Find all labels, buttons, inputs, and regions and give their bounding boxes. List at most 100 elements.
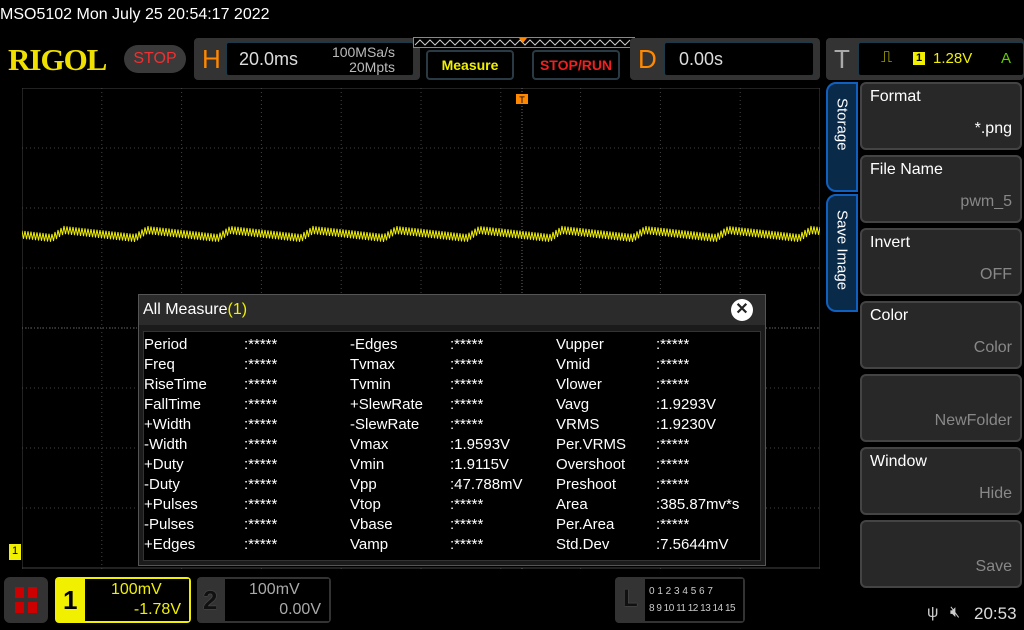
measure-value: :***** xyxy=(450,416,484,433)
measure-table: Period :***** Freq :***** RiseTime :***** Fall… xyxy=(143,331,761,561)
softkey-color[interactable]: Color Color xyxy=(860,301,1022,369)
ch2-number: 2 xyxy=(203,585,218,615)
trigger-readout: ⎍ 1 1.28V A xyxy=(858,42,1024,76)
la-letter: L xyxy=(623,585,638,612)
softkey--png[interactable]: Format *.png xyxy=(860,82,1022,150)
measure-value: :***** xyxy=(244,536,278,553)
ch1-button[interactable]: 1 100mV -1.78V xyxy=(55,577,191,623)
measure-label: Per.Area xyxy=(556,516,615,533)
measure-label: +Duty xyxy=(144,456,184,473)
window-title: MSO5102 Mon July 25 20:54:17 2022 xyxy=(0,6,270,23)
trigger-marker: T xyxy=(516,94,528,105)
measure-value: :***** xyxy=(244,516,278,533)
run-state-badge[interactable]: STOP xyxy=(124,45,186,73)
usb-icon: ψ xyxy=(927,604,939,621)
measure-value: :***** xyxy=(244,416,278,433)
ch1-ground-marker[interactable]: 1 xyxy=(9,544,21,560)
measure-label: +SlewRate xyxy=(350,396,423,413)
measure-button[interactable]: Measure xyxy=(426,50,514,80)
softkey-value: NewFolder xyxy=(934,412,1012,429)
measure-label: Vamp xyxy=(350,536,389,553)
stop-run-button[interactable]: STOP/RUN xyxy=(532,50,620,80)
timebase: 20.0ms xyxy=(239,49,299,69)
measure-value: :***** xyxy=(450,396,484,413)
measure-value: :***** xyxy=(244,496,278,513)
softkey-off[interactable]: Invert OFF xyxy=(860,228,1022,296)
measure-value: :1.9293V xyxy=(656,396,717,413)
measure-value: :***** xyxy=(656,456,690,473)
measure-value: :***** xyxy=(656,376,690,393)
measure-label: Period xyxy=(144,336,188,353)
measure-value: :***** xyxy=(450,336,484,353)
tab-label: Storage xyxy=(833,98,851,151)
measure-label: Vlower xyxy=(556,376,602,393)
softkey-label: Window xyxy=(870,453,927,470)
measure-label: RiseTime xyxy=(144,376,207,393)
measure-value: :***** xyxy=(244,376,278,393)
measure-label: Vavg xyxy=(556,396,590,413)
trigger-menu[interactable]: T ⎍ 1 1.28V A xyxy=(826,38,1024,80)
measure-label: Preshoot xyxy=(556,476,617,493)
ch2-button[interactable]: 2 100mV 0.00V xyxy=(197,577,331,623)
measure-value: :***** xyxy=(244,396,278,413)
softkey-value: Save xyxy=(975,558,1012,575)
measure-label: Per.VRMS xyxy=(556,436,627,453)
sample-rate: 100MSa/s xyxy=(331,44,395,60)
measure-label: Freq xyxy=(144,356,175,373)
measure-label: Vtop xyxy=(350,496,381,513)
softkey-label: Format xyxy=(870,88,921,105)
measure-label: -Edges xyxy=(350,336,398,353)
delay-readout: 0.00s xyxy=(664,42,814,76)
svg-text:T: T xyxy=(519,95,525,105)
measure-value: :***** xyxy=(656,516,690,533)
all-measure-panel: All Measure(1) ✕ Period :***** Freq :***** R… xyxy=(138,294,766,566)
measure-value: :***** xyxy=(450,376,484,393)
softkey-pwm-5[interactable]: File Name pwm_5 xyxy=(860,155,1022,223)
tab-save-image[interactable]: Save Image xyxy=(826,194,858,312)
measure-label: -Pulses xyxy=(144,516,195,533)
softkey-label: Color xyxy=(870,307,909,324)
la-row2: 8 9 10 11 12 13 14 15 xyxy=(649,603,736,614)
panel-count: (1) xyxy=(227,301,248,318)
softkey-value: Hide xyxy=(979,485,1012,502)
ch1-offset: -1.78V xyxy=(133,601,181,618)
menu-button[interactable] xyxy=(4,577,48,623)
measure-value: :1.9593V xyxy=(450,436,511,453)
measure-value: :***** xyxy=(244,356,278,373)
trigger-source: 1 xyxy=(913,52,925,65)
tab-storage[interactable]: Storage xyxy=(826,82,858,192)
panel-title: All Measure xyxy=(143,301,228,318)
measure-label: Tvmin xyxy=(350,376,391,393)
measure-value: :***** xyxy=(656,336,690,353)
softkey-save[interactable]: Save xyxy=(860,520,1022,588)
measure-label: Vmid xyxy=(556,356,591,373)
measure-value: :***** xyxy=(244,436,278,453)
measure-value: :***** xyxy=(450,356,484,373)
storage-side-menu: Storage Save Image Format *.png File Name p… xyxy=(824,82,1024,592)
softkey-hide[interactable]: Window Hide xyxy=(860,447,1022,515)
softkey-newfolder[interactable]: NewFolder xyxy=(860,374,1022,442)
close-icon[interactable]: ✕ xyxy=(731,299,753,321)
measure-value: :1.9230V xyxy=(656,416,717,433)
ch1-scale: 100mV xyxy=(111,581,162,598)
measure-label: Overshoot xyxy=(556,456,626,473)
delay-menu[interactable]: D 0.00s xyxy=(630,38,820,80)
horizontal-letter: H xyxy=(202,44,221,74)
mute-icon[interactable]: 🔇︎ xyxy=(950,604,960,622)
ch2-scale: 100mV xyxy=(249,581,300,598)
measure-value: :7.5644mV xyxy=(656,536,729,553)
measure-value: :1.9115V xyxy=(450,456,509,473)
trigger-letter: T xyxy=(834,44,850,74)
panel-header: All Measure(1) xyxy=(139,295,765,325)
delay-value: 0.00s xyxy=(679,49,724,69)
trigger-level: 1.28V xyxy=(933,50,973,67)
measure-label: Tvmax xyxy=(350,356,395,373)
measure-label: -Width xyxy=(144,436,188,453)
measure-value: :***** xyxy=(244,456,278,473)
horizontal-menu[interactable]: H 20.0ms 100MSa/s 20Mpts xyxy=(194,38,420,80)
logic-analyzer-button[interactable]: L 0 1 2 3 4 5 6 7 8 9 10 11 12 13 14 15 xyxy=(615,577,745,623)
measure-label: FallTime xyxy=(144,396,201,413)
measure-value: :***** xyxy=(244,476,278,493)
memory-position-bar[interactable] xyxy=(413,37,635,49)
measure-label: Vmax xyxy=(350,436,389,453)
